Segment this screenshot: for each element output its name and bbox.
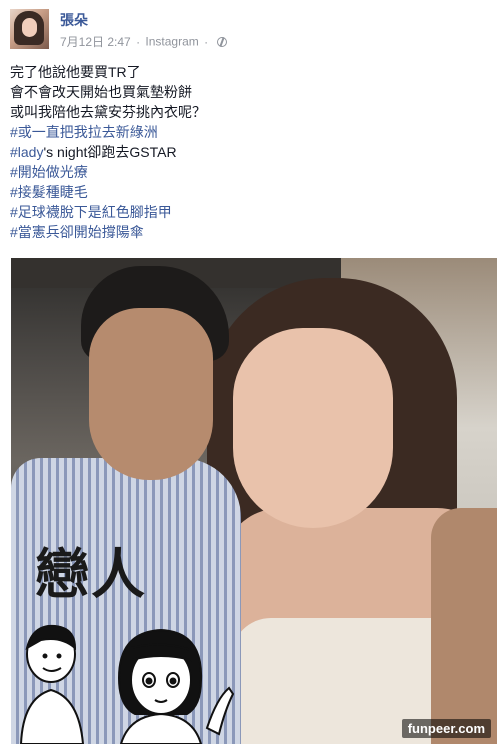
hashtag-link[interactable]: #開始做光療	[10, 164, 88, 180]
hashtag-link[interactable]: #接髮種睫毛	[10, 184, 88, 200]
hashtag-link[interactable]: #lady	[10, 144, 43, 160]
hashtag-link[interactable]: #或一直把我拉去新綠洲	[10, 124, 158, 140]
cartoon-man	[19, 624, 85, 744]
post-line: #開始做光療	[10, 162, 490, 182]
post-line: #lady's night卻跑去GSTAR	[10, 142, 490, 162]
author-avatar[interactable]	[10, 9, 49, 49]
post-line: 會不會改天開始也買氣墊粉餅	[10, 84, 192, 100]
post-photo[interactable]: 戀人 funpeer.com	[11, 258, 497, 744]
post-line: 完了他說他要買TR了	[10, 64, 141, 80]
avatar-face	[22, 18, 37, 37]
post-line: #接髮種睫毛	[10, 182, 490, 202]
post-source: Instagram	[145, 34, 199, 49]
photo-arm	[431, 508, 497, 744]
photo-woman-face	[233, 328, 393, 528]
photo-overlay-title: 戀人	[35, 543, 147, 606]
hashtag-link[interactable]: #當憲兵卻開始撐陽傘	[10, 224, 144, 240]
post-timestamp[interactable]: 7月12日 2:47	[60, 35, 131, 49]
post-header: 張朵 7月12日 2:47 · Instagram ·	[0, 0, 501, 56]
meta-separator: ·	[136, 34, 141, 49]
watermark-label: funpeer.com	[401, 719, 491, 738]
post-line-text: 's night卻跑去GSTAR	[43, 144, 177, 160]
author-name-link[interactable]: 張朵	[60, 10, 88, 30]
meta-separator-2: ·	[204, 34, 209, 49]
cartoon-couple-illustration	[19, 624, 235, 744]
post-line: #當憲兵卻開始撐陽傘	[10, 222, 490, 242]
post-text: 完了他說他要買TR了 會不會改天開始也買氣墊粉餅 或叫我陪他去黛安芬挑內衣呢？ …	[10, 62, 490, 242]
post-line: #或一直把我拉去新綠洲	[10, 122, 490, 142]
cartoon-woman	[117, 628, 235, 744]
hashtag-link[interactable]: #足球襪脫下是紅色腳指甲	[10, 204, 172, 220]
globe-icon[interactable]	[217, 36, 228, 47]
post-meta: 7月12日 2:47 · Instagram ·	[60, 33, 228, 50]
post-line: 或叫我陪他去黛安芬挑內衣呢？	[10, 104, 206, 120]
post-line: #足球襪脫下是紅色腳指甲	[10, 202, 490, 222]
photo-man-face	[89, 308, 213, 480]
